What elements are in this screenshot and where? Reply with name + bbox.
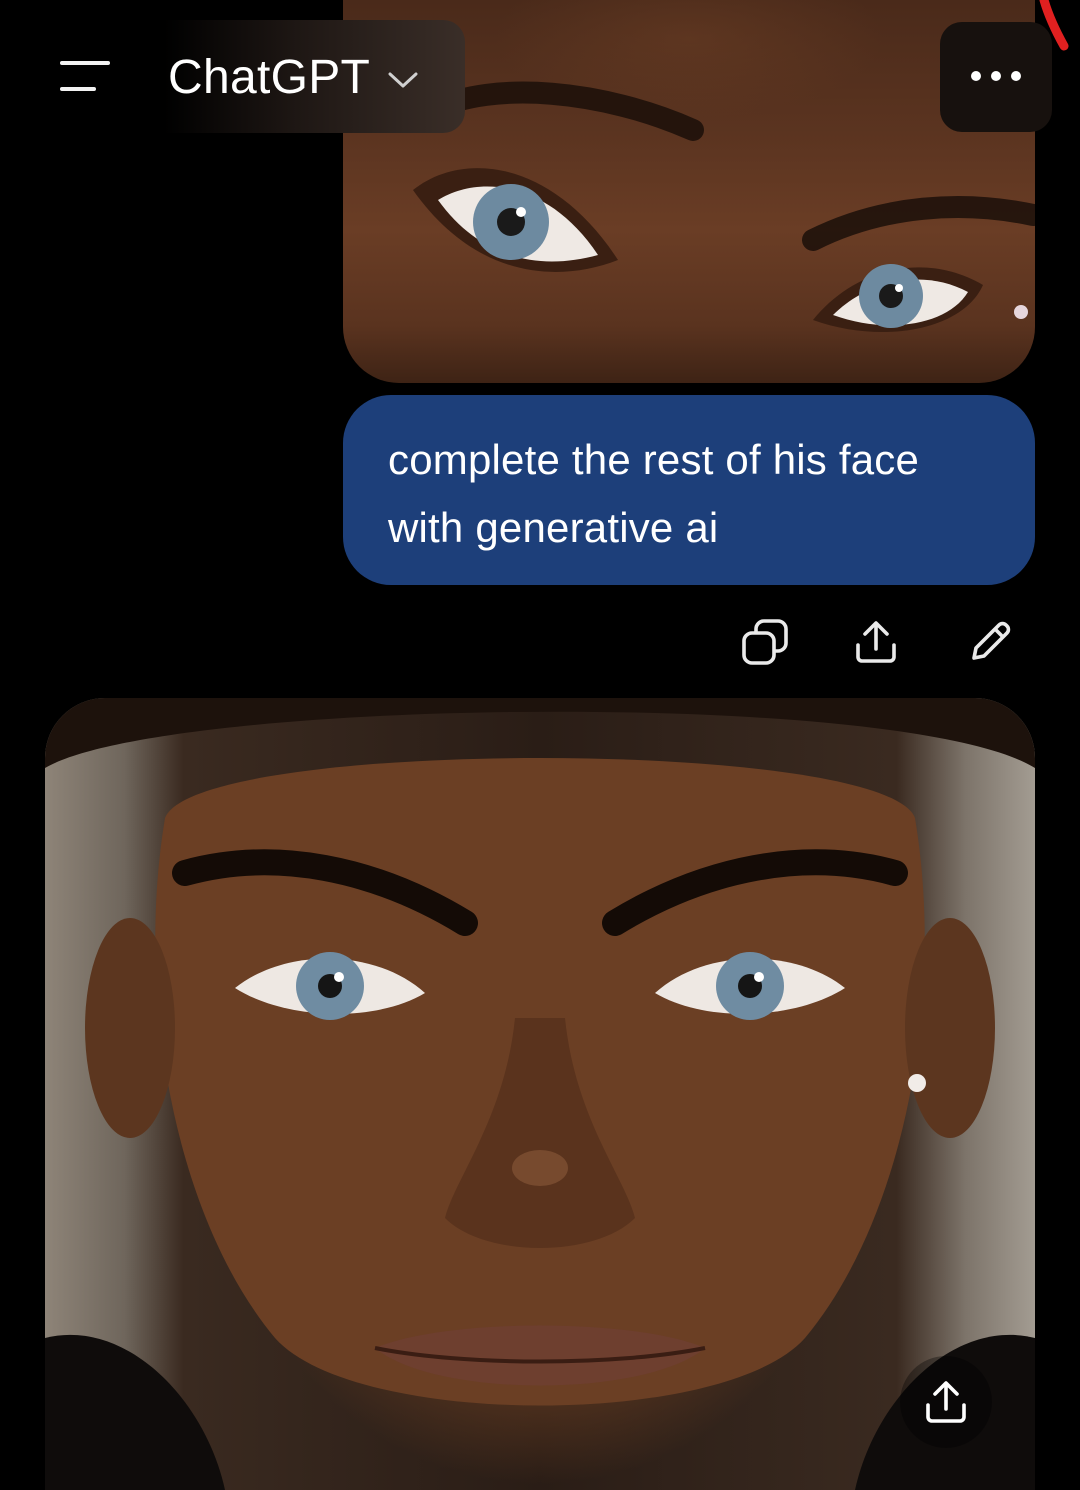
share-icon bbox=[856, 621, 896, 663]
edit-icon bbox=[972, 621, 1011, 660]
more-horizontal-icon bbox=[966, 68, 1026, 86]
copy-button[interactable] bbox=[737, 614, 793, 670]
portrait-illustration bbox=[45, 698, 1035, 1490]
user-message-text: complete the rest of his face with gener… bbox=[388, 436, 920, 551]
model-selector-button[interactable]: ChatGPT bbox=[168, 45, 418, 109]
user-message-bubble: complete the rest of his face with gener… bbox=[343, 395, 1035, 585]
share-button[interactable] bbox=[848, 614, 904, 670]
edit-button[interactable] bbox=[962, 614, 1018, 670]
generated-image[interactable] bbox=[45, 698, 1035, 1490]
share-icon bbox=[926, 1381, 966, 1423]
menu-icon[interactable] bbox=[60, 61, 112, 93]
chevron-down-icon bbox=[388, 72, 418, 88]
annotation-mark bbox=[1039, 0, 1069, 51]
app-title: ChatGPT bbox=[168, 50, 371, 104]
copy-icon bbox=[742, 619, 788, 665]
image-share-button[interactable] bbox=[900, 1356, 992, 1448]
more-options-button[interactable] bbox=[940, 22, 1052, 132]
